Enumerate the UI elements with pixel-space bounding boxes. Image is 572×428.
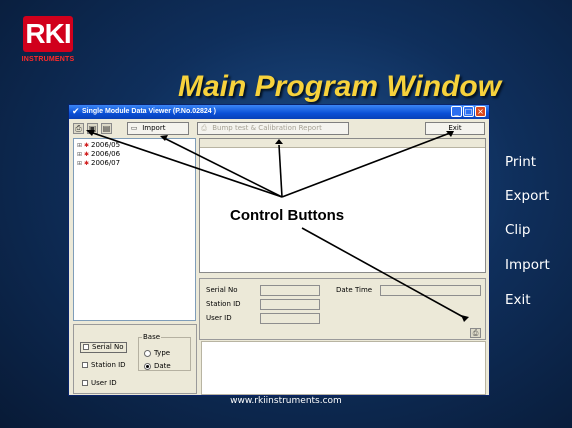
print-icon[interactable]: ⎙ [470, 328, 481, 338]
station-id-checkbox[interactable]: Station ID [82, 361, 126, 370]
side-item-import: Import [505, 257, 550, 273]
footer-url: www.rkiinstruments.com [230, 396, 342, 406]
date-time-label: Date Time [336, 286, 373, 294]
side-item-export: Export [505, 188, 550, 204]
clipboard-icon[interactable]: ▤ [101, 123, 112, 134]
user-id-option: User ID [91, 379, 117, 387]
user-id-label: User ID [206, 314, 232, 322]
logo-subtitle: INSTRUMENTS [21, 56, 75, 63]
report-icon: ⎙ [201, 124, 207, 132]
folder-icon: ✱ [84, 142, 90, 149]
filter-panel: Serial No Station ID User ID Base Type D… [73, 324, 197, 394]
side-item-clip: Clip [505, 222, 531, 238]
import-label: Import [142, 124, 166, 132]
info-panel: Serial No Station ID User ID Date Time ⎙ [199, 278, 486, 340]
checkbox-box[interactable] [83, 344, 89, 350]
bump-test-report-label: Bump test & Calibration Report [212, 124, 322, 132]
window-titlebar[interactable]: ✔ Single Module Data Viewer (P.No.02824 … [69, 105, 489, 119]
user-id-field [260, 313, 320, 324]
side-item-print: Print [505, 154, 537, 170]
expand-icon[interactable]: ⊞ [77, 150, 84, 159]
import-icon: ▭ [130, 124, 138, 132]
import-button[interactable]: ▭ Import [127, 122, 189, 135]
control-buttons-label: Control Buttons [230, 207, 345, 224]
toolbar: ⎙ ▣ ▤ ▭ Import ⎙ Bump test & Calibration… [69, 120, 489, 137]
minimize-button[interactable]: _ [451, 106, 462, 117]
tree-item-label: 2006/06 [91, 150, 121, 158]
date-radio[interactable]: Date [144, 362, 171, 371]
detail-pane[interactable] [201, 341, 486, 395]
station-id-option: Station ID [91, 361, 126, 369]
date-tree: ⊞ ✱ 2006/05 ⊞ ✱ 2006/06 ⊞ ✱ 2006/07 [73, 138, 196, 321]
radio-dot-selected[interactable] [144, 362, 151, 370]
bump-test-report-button[interactable]: ⎙ Bump test & Calibration Report [197, 122, 349, 135]
tree-item-label: 2006/07 [91, 159, 121, 167]
expand-icon[interactable]: ⊞ [77, 141, 84, 150]
type-radio[interactable]: Type [144, 349, 170, 358]
app-window: ✔ Single Module Data Viewer (P.No.02824 … [68, 104, 490, 396]
expand-icon[interactable]: ⊞ [77, 159, 84, 168]
maximize-button[interactable]: □ [463, 106, 474, 117]
app-icon: ✔ [72, 107, 80, 117]
base-label: Base [142, 333, 162, 341]
window-title: Single Module Data Viewer (P.No.02824 ) [82, 108, 216, 115]
folder-icon: ✱ [84, 151, 90, 158]
checkbox-box[interactable] [82, 362, 88, 368]
exit-button[interactable]: Exit [425, 122, 485, 135]
date-option: Date [154, 362, 171, 370]
tree-item[interactable]: ⊞ ✱ 2006/06 [77, 150, 120, 159]
serial-no-field [260, 285, 320, 296]
type-option: Type [154, 349, 171, 357]
tree-item[interactable]: ⊞ ✱ 2006/07 [77, 159, 120, 168]
serial-no-label: Serial No [206, 286, 238, 294]
save-icon[interactable]: ▣ [87, 123, 98, 134]
folder-icon: ✱ [84, 160, 90, 167]
close-button[interactable]: × [475, 106, 486, 117]
tree-item-label: 2006/05 [91, 141, 121, 149]
data-view-header [200, 139, 485, 148]
station-id-label: Station ID [206, 300, 241, 308]
print-icon[interactable]: ⎙ [73, 123, 84, 134]
checkbox-box[interactable] [82, 380, 88, 386]
side-item-exit: Exit [505, 292, 531, 308]
slide-title: Main Program Window [178, 70, 502, 103]
data-view-pane[interactable] [199, 138, 486, 273]
serial-no-option: Serial No [92, 343, 124, 351]
date-time-field [380, 285, 481, 296]
user-id-checkbox[interactable]: User ID [82, 379, 117, 388]
radio-dot[interactable] [144, 349, 151, 357]
rki-logo: RKI INSTRUMENTS [18, 16, 78, 74]
station-id-field [260, 299, 320, 310]
logo-letters: RKI [25, 18, 71, 49]
tree-item[interactable]: ⊞ ✱ 2006/05 [77, 141, 120, 150]
serial-no-checkbox[interactable]: Serial No [80, 342, 127, 353]
